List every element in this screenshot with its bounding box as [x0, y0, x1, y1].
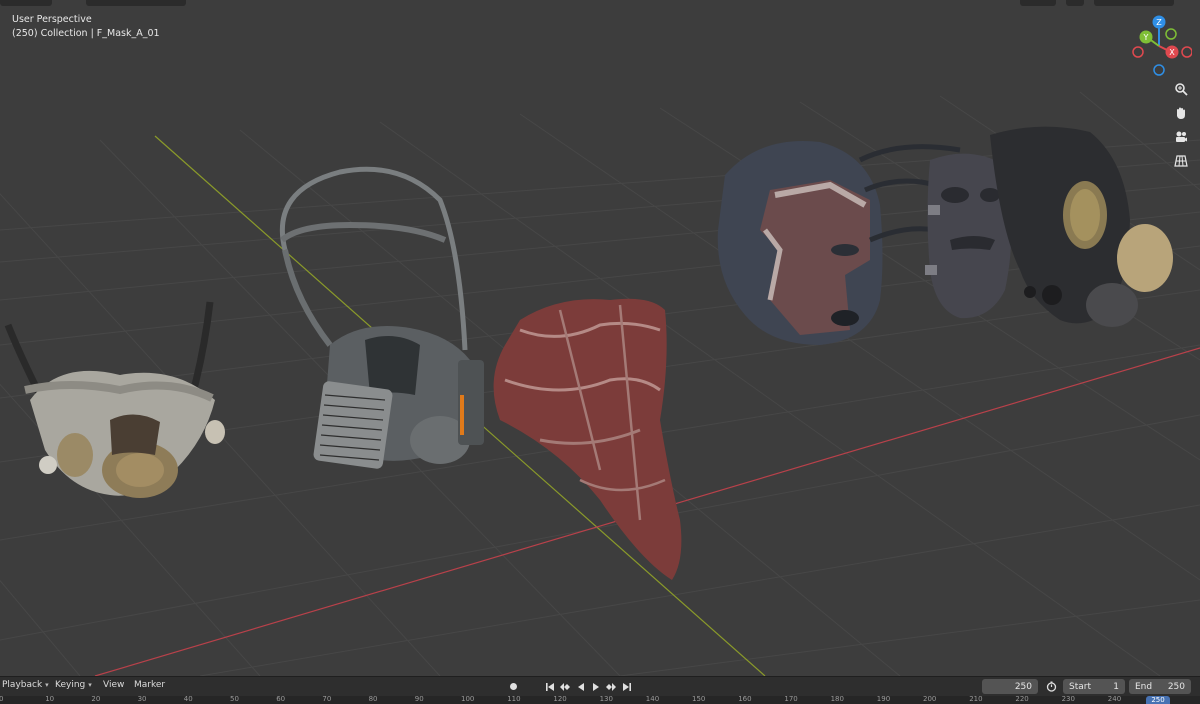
ruler-tick-label: 190	[876, 696, 891, 703]
keying-menu[interactable]: Keying ▾	[55, 680, 92, 690]
mask-strapped	[858, 144, 1012, 319]
jump-to-keyframe-next-button[interactable]	[604, 680, 617, 693]
end-frame-label: End	[1135, 681, 1153, 692]
current-frame-value: 250	[1014, 681, 1032, 692]
gizmo-y-label: Y	[1143, 33, 1149, 42]
ruler-tick-label: 180	[830, 696, 844, 703]
camera-icon[interactable]	[1170, 126, 1192, 148]
ruler-tick-label: 200	[923, 696, 937, 703]
marker-menu-label: Marker	[134, 680, 166, 690]
mask-gas	[990, 126, 1173, 327]
marker-menu[interactable]: Marker	[134, 680, 165, 690]
ruler-tick-label: 40	[183, 696, 193, 703]
ruler-tick-label: 50	[230, 696, 239, 703]
play-reverse-button[interactable]	[574, 680, 587, 693]
ruler-tick-label: 70	[322, 696, 332, 703]
playback-menu-label: Playback	[2, 680, 43, 690]
chevron-down-icon: ▾	[45, 681, 49, 689]
zoom-icon[interactable]	[1170, 78, 1192, 100]
end-frame-field[interactable]: End 250	[1129, 679, 1191, 694]
chevron-down-icon: ▾	[88, 681, 92, 689]
viewport-scene	[0, 91, 1200, 676]
header-button[interactable]	[1066, 0, 1084, 6]
hand-pan-icon[interactable]	[1170, 102, 1192, 124]
header-button[interactable]	[1020, 0, 1056, 6]
current-frame-field[interactable]: 250	[982, 679, 1038, 694]
jump-to-start-button[interactable]	[543, 680, 556, 693]
ruler-tick-label: 220	[1015, 696, 1029, 703]
jump-to-keyframe-prev-button[interactable]	[558, 680, 571, 693]
mask-respirator	[279, 166, 484, 469]
playback-menu[interactable]: Playback ▾	[2, 680, 49, 690]
record-button[interactable]	[507, 680, 520, 693]
play-button[interactable]	[589, 680, 602, 693]
viewport-perspective-label: User Perspective	[12, 14, 92, 25]
end-frame-value: 250	[1167, 681, 1185, 692]
gizmo-neg-y-axis	[1165, 28, 1177, 40]
timeline-header: Playback ▾ Keying ▾ View Marker 250 Start …	[0, 676, 1200, 696]
header-button[interactable]	[86, 0, 186, 6]
ruler-tick-label: 120	[553, 696, 567, 703]
ruler-tick-label: 150	[692, 696, 706, 703]
header-button[interactable]	[1094, 0, 1174, 6]
ruler-tick-label: 170	[784, 696, 798, 703]
gizmo-x-label: X	[1169, 48, 1175, 57]
ruler-tick-label: 10	[45, 696, 55, 703]
view-menu[interactable]: View	[103, 680, 124, 690]
grid-ortho-icon[interactable]	[1170, 150, 1192, 172]
stopwatch-icon[interactable]	[1045, 680, 1058, 693]
timeline-frame-ruler[interactable]: 0 10 20 30 40 50 60 70 80 90 100 110 120 130 140 150 160…	[0, 696, 1200, 704]
ruler-tick-label: 210	[969, 696, 983, 703]
gizmo-neg-x-axis	[1181, 46, 1193, 58]
jump-to-end-button[interactable]	[620, 680, 633, 693]
mask-head	[717, 140, 883, 345]
ruler-tick-label: 160	[738, 696, 752, 703]
ruler-tick-label: 20	[91, 696, 101, 703]
mask-bandana	[493, 298, 682, 580]
view-menu-label: View	[103, 680, 125, 690]
ruler-tick-label: 130	[599, 696, 613, 703]
viewport-navigation-tools	[1170, 78, 1192, 174]
keying-menu-label: Keying	[55, 680, 86, 690]
viewport-collection-label: (250) Collection | F_Mask_A_01	[12, 28, 160, 39]
navigation-gizmo[interactable]: Z X Y	[1126, 12, 1193, 78]
ruler-tick-label: 100	[461, 696, 475, 703]
ruler-tick-label: 30	[137, 696, 147, 703]
viewport-header	[0, 0, 1200, 6]
ruler-tick-label: 60	[276, 696, 286, 703]
ruler-tick-label: 0	[0, 696, 4, 703]
ruler-tick-label: 90	[414, 696, 424, 703]
ruler-tick-label: 110	[507, 696, 521, 703]
header-button[interactable]	[0, 0, 52, 6]
gizmo-neg-z-axis	[1153, 64, 1165, 76]
gizmo-neg-x2-axis	[1132, 46, 1144, 58]
gizmo-z-label: Z	[1156, 18, 1162, 27]
start-frame-label: Start	[1069, 681, 1091, 692]
3d-viewport[interactable]: User Perspective (250) Collection | F_Ma…	[0, 0, 1200, 676]
ruler-tick-label: 230	[1061, 696, 1075, 703]
current-frame-indicator[interactable]: 250	[1146, 696, 1170, 704]
mask-half-left	[4, 301, 225, 498]
ruler-tick-label: 240	[1107, 696, 1122, 703]
ruler-tick-label: 80	[368, 696, 378, 703]
start-frame-field[interactable]: Start 1	[1063, 679, 1125, 694]
ruler-tick-label: 140	[645, 696, 660, 703]
start-frame-value: 1	[1113, 681, 1119, 692]
